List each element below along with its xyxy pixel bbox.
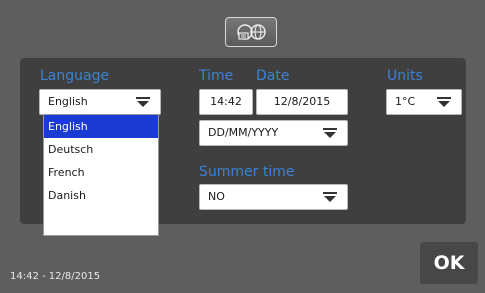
chevron-down-icon	[437, 97, 451, 107]
time-value: 14:42	[210, 95, 242, 108]
chevron-down-icon	[323, 192, 337, 202]
language-label: Language	[40, 68, 110, 84]
language-option-deutsch[interactable]: Deutsch	[44, 138, 158, 161]
chevron-down-icon	[323, 128, 337, 138]
units-select[interactable]: 1°C	[386, 89, 462, 115]
language-option-french[interactable]: French	[44, 161, 158, 184]
date-format-select[interactable]: DD/MM/YYYY	[199, 120, 348, 146]
time-label: Time	[199, 68, 234, 84]
summer-time-select[interactable]: NO	[199, 184, 348, 210]
date-format-value: DD/MM/YYYY	[208, 126, 279, 139]
date-value: 12/8/2015	[273, 95, 331, 108]
time-field[interactable]: 14:42	[199, 89, 253, 115]
units-label: Units	[387, 68, 423, 84]
language-option-english[interactable]: English	[44, 115, 158, 138]
language-select[interactable]: English	[39, 89, 161, 115]
chevron-down-icon	[136, 97, 150, 107]
language-value: English	[48, 95, 88, 108]
date-field[interactable]: 12/8/2015	[256, 89, 348, 115]
ok-button[interactable]: OK	[420, 242, 478, 284]
language-dropdown-list: English Deutsch French Danish	[43, 114, 159, 236]
summer-time-label: Summer time	[199, 164, 295, 180]
status-datetime: 14:42 - 12/8/2015	[10, 271, 101, 282]
units-value: 1°C	[395, 95, 416, 108]
globe-settings-icon	[237, 24, 266, 40]
date-label: Date	[256, 68, 290, 84]
language-option-danish[interactable]: Danish	[44, 184, 158, 207]
globe-settings-button[interactable]	[225, 17, 277, 47]
summer-time-value: NO	[208, 190, 225, 203]
